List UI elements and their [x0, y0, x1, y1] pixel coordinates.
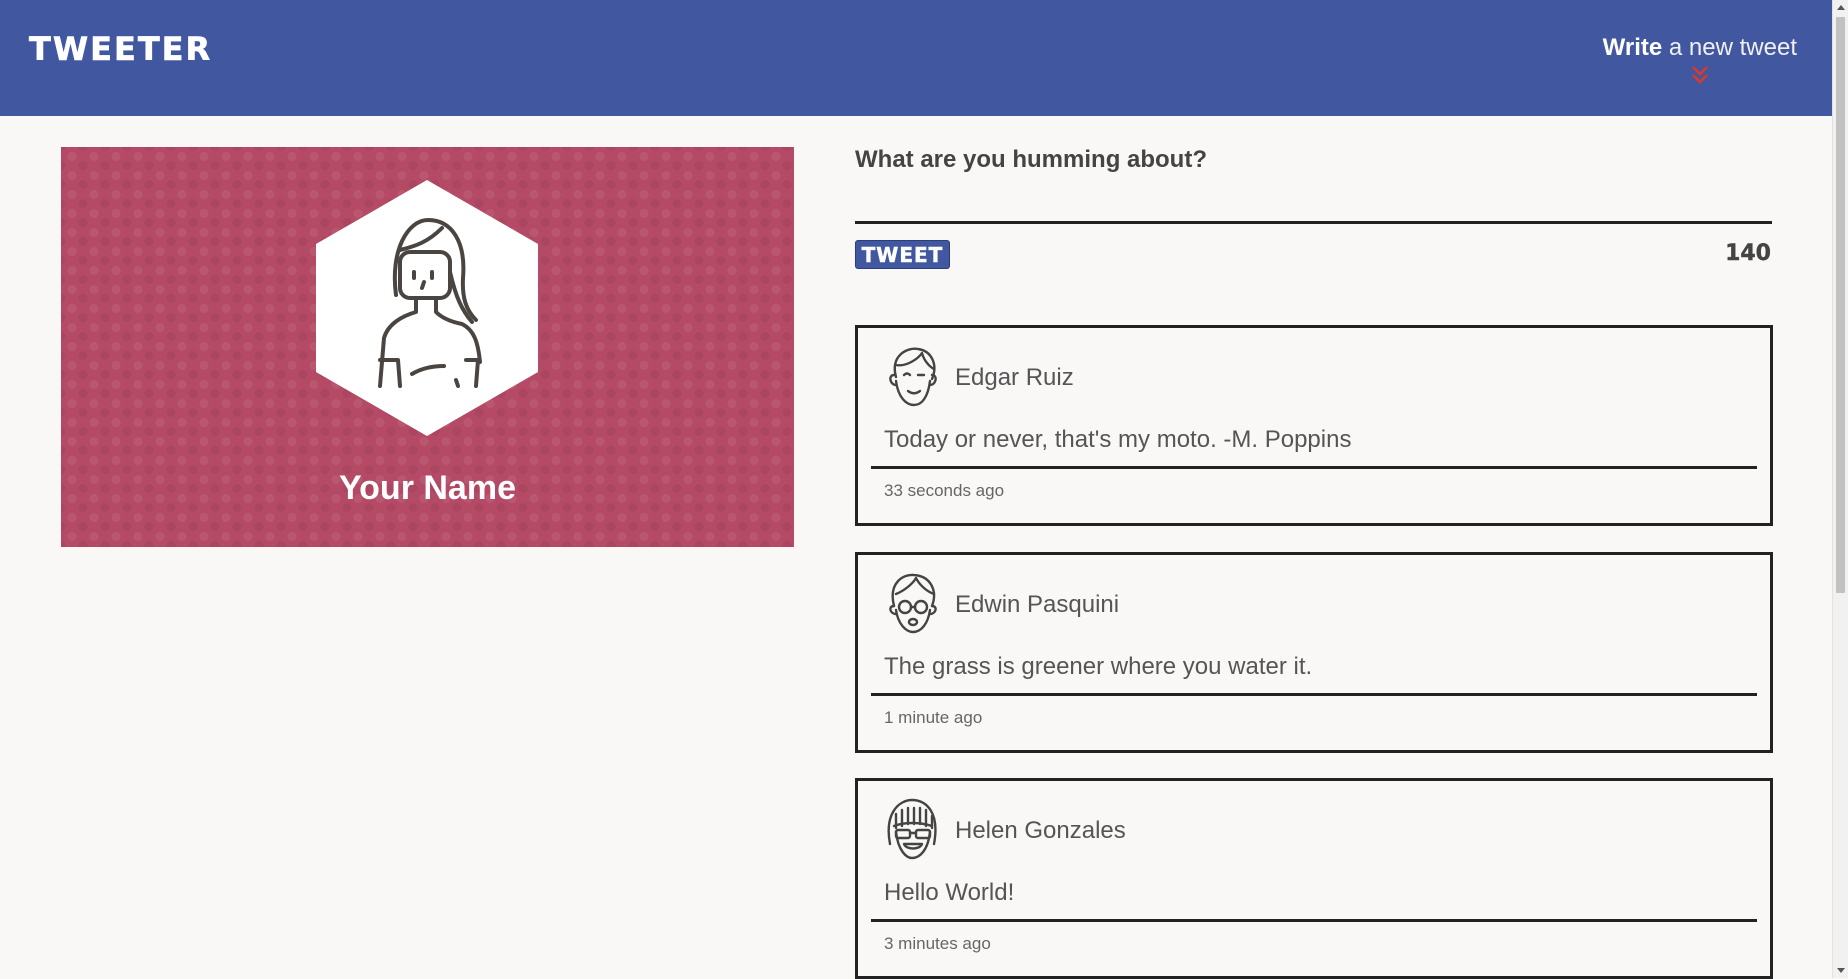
tweet-card: Edwin Pasquini The grass is greener wher… — [855, 552, 1773, 753]
tweet-timestamp: 33 seconds ago — [884, 481, 1005, 500]
tweet-content: The grass is greener where you water it. — [884, 653, 1313, 680]
tweet-card: Helen Gonzales Hello World! 3 minutes ag… — [855, 778, 1773, 979]
tweet-divider — [871, 919, 1757, 922]
write-new-tweet-toggle[interactable]: Write a new tweet — [1603, 34, 1797, 86]
brand-logo[interactable]: TWEETER — [29, 30, 212, 69]
tweet-author: Edgar Ruiz — [955, 364, 1074, 391]
sunglasses-avatar-icon — [887, 798, 937, 860]
profile-card: Your Name — [61, 147, 794, 547]
glasses-avatar-icon — [889, 573, 937, 634]
scroll-up-arrow-icon[interactable] — [1837, 5, 1845, 10]
scroll-down-arrow-icon[interactable] — [1837, 968, 1845, 973]
profile-name: Your Name — [339, 469, 516, 507]
tweet-content: Today or never, that's my moto. -M. Popp… — [884, 426, 1352, 453]
tweet-submit-button[interactable]: TWEET — [855, 240, 950, 269]
compose-link-rest: a new tweet — [1662, 34, 1797, 61]
double-chevron-down-icon — [1691, 66, 1708, 84]
tweet-timestamp: 1 minute ago — [884, 708, 983, 727]
char-counter: 140 — [1725, 241, 1771, 266]
tweet-card: Edgar Ruiz Today or never, that's my mot… — [855, 325, 1773, 526]
tweet-divider — [871, 693, 1757, 696]
tweet-divider — [871, 466, 1757, 469]
tweet-author: Edwin Pasquini — [955, 591, 1120, 618]
tweet-timestamp: 3 minutes ago — [884, 934, 991, 953]
compose-divider — [855, 221, 1772, 224]
tweet-text-input[interactable] — [855, 190, 1775, 224]
boy-avatar-icon — [889, 347, 937, 407]
scrollbar-thumb[interactable] — [1836, 17, 1845, 593]
profile-avatar-hexagon — [316, 180, 538, 436]
page-scrollbar[interactable] — [1832, 0, 1848, 978]
compose-link-strong: Write — [1602, 34, 1663, 61]
top-nav-bar: TWEETER Write a new tweet — [0, 0, 1833, 116]
compose-prompt-label: What are you humming about? — [855, 146, 1207, 173]
tweet-content: Hello World! — [884, 879, 1015, 906]
tweet-author: Helen Gonzales — [955, 817, 1126, 844]
